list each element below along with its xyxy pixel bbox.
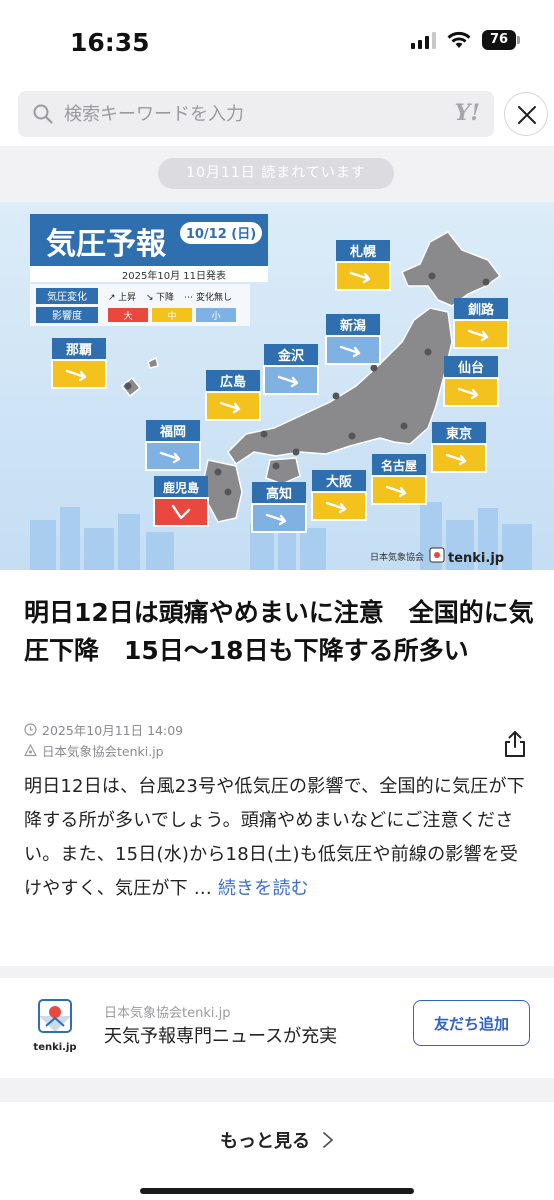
city-name: 福岡 [159,424,186,440]
city-name: 金沢 [277,348,305,364]
status-bar: 16:35 76 [0,0,554,88]
map-legend: 気圧変化 ↗ 上昇 ↘ 下降 ⋯ 変化無し 影響度 大 中 小 [30,284,250,326]
city-card: 名古屋 [371,454,427,505]
wifi-icon [447,31,471,48]
share-icon[interactable] [502,730,528,758]
map-title: 気圧予報 [46,227,167,262]
publisher-card: tenki.jp 日本気象協会tenki.jp 天気予報専門ニュースが充実 友だ… [0,978,554,1078]
city-name: 釧路 [468,302,495,318]
publisher-description: 天気予報専門ニュースが充実 [104,1026,338,1047]
search-input[interactable] [64,91,444,137]
legend-change-label: 気圧変化 [47,290,87,303]
city-card: 釧路 [453,298,509,349]
read-more-link[interactable]: 続きを読む [218,878,309,899]
article-source-row: 日本気象協会tenki.jp [24,741,164,760]
legend-none: 変化無し [196,291,232,303]
city-card: 大阪 [311,470,367,521]
city-card: 東京 [431,422,487,473]
city-name: 鹿児島 [163,480,199,495]
city-impact-box [153,497,209,527]
city-card: 広島 [205,370,261,421]
svg-text:↘: ↘ [146,293,154,303]
city-name: 広島 [220,374,246,390]
city-card: 那覇 [51,338,107,389]
city-name: 新潟 [340,318,366,334]
city-card: 札幌 [335,240,391,291]
city-name: 札幌 [349,244,376,260]
close-button[interactable] [504,92,548,136]
yahoo-logo: Y! [454,100,480,126]
article-body: 明日12日は、台風23号や低気圧の影響で、全国的に気圧が下降する所が多いでしょう… [24,770,530,906]
publisher-logo-text: tenki.jp [33,1042,76,1053]
map-brand: tenki.jp [448,551,504,566]
publisher-name[interactable]: 日本気象協会tenki.jp [104,1002,230,1021]
more-button[interactable]: もっと見る [0,1102,554,1178]
more-area: もっと見る [0,1102,554,1200]
city-card: 新潟 [325,314,381,365]
search-row: Y! [0,88,554,146]
tenki-logo: tenki.jp [33,999,77,1053]
legend-mid: 中 [167,310,176,322]
reading-badge: 10月11日 読まれています [158,158,394,189]
city-name: 仙台 [458,360,484,376]
city-card: 福岡 [145,420,201,471]
article-datetime: 2025年10月11日 14:09 [42,723,184,738]
city-name: 高知 [266,486,292,502]
article-headline[interactable]: 明日12日は頭痛やめまいに注意 全国的に気圧下降 15日〜18日も下降する所多い [24,594,534,670]
svg-text:⋯: ⋯ [184,293,193,303]
legend-rise: 上昇 [118,292,136,303]
map-credit: 日本気象協会 [370,551,424,563]
city-card: 鹿児島 [153,476,209,527]
more-label: もっと見る [220,1131,310,1152]
cellular-signal-icon [411,31,436,49]
legend-fall: 下降 [156,291,174,303]
battery-level: 76 [489,32,509,47]
city-name: 東京 [446,426,472,442]
tenki-logo-icon [429,547,445,563]
chevron-right-icon [323,1132,333,1148]
svg-text:↗: ↗ [108,293,116,303]
home-indicator[interactable] [140,1188,414,1194]
battery-icon: 76 [482,30,520,50]
article-source: 日本気象協会tenki.jp [42,744,164,759]
status-icons: 76 [411,30,520,50]
article: 明日12日は頭痛やめまいに注意 全国的に気圧下降 15日〜18日も下降する所多い… [0,570,554,966]
legend-high: 大 [123,310,132,322]
legend-impact-label: 影響度 [52,309,82,322]
article-datetime-row: 2025年10月11日 14:09 [24,720,183,739]
city-card: 高知 [251,482,307,533]
search-icon [33,104,53,124]
follow-button[interactable]: 友だち追加 [413,1000,530,1046]
pressure-forecast-map[interactable]: 気圧予報 10/12 (日) 2025年10月 11日発表 気圧変化 ↗ 上昇 … [0,202,554,570]
map-issued: 2025年10月 11日発表 [122,269,226,282]
map-title-block: 気圧予報 10/12 (日) 2025年10月 11日発表 [30,214,268,282]
status-time: 16:35 [70,28,150,57]
close-icon [518,106,536,124]
city-name: 那覇 [66,343,92,358]
city-card: 金沢 [263,344,319,395]
source-icon [24,744,37,757]
search-box[interactable]: Y! [18,91,494,137]
city-card: 仙台 [443,356,499,407]
legend-low: 小 [211,311,220,322]
clock-icon [24,723,37,736]
map-date-badge: 10/12 (日) [186,227,256,242]
city-name: 名古屋 [381,458,417,473]
city-name: 大阪 [326,474,353,490]
